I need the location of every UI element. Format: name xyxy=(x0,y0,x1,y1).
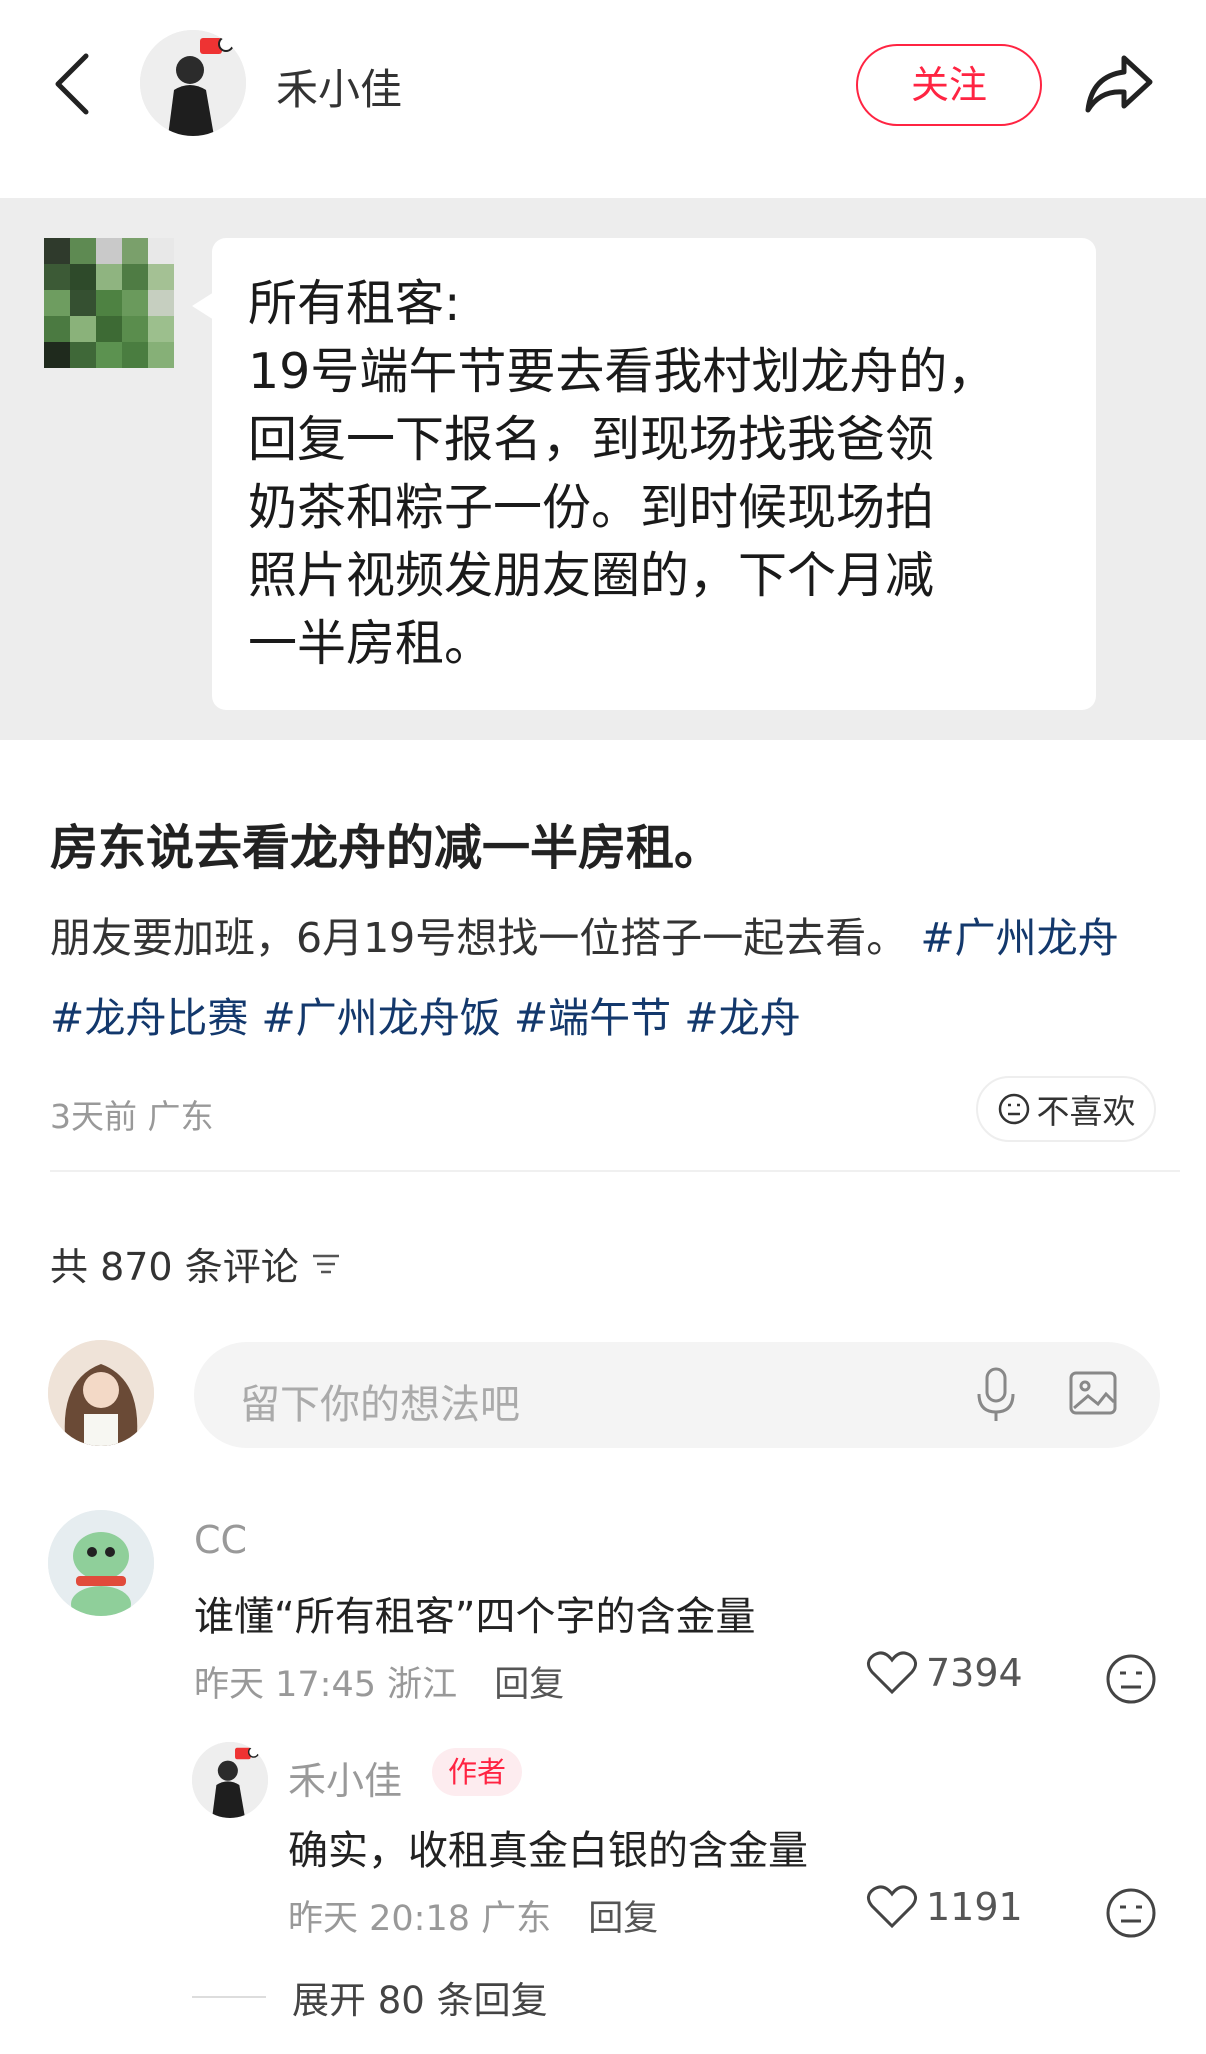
expand-replies[interactable]: 展开 80 条回复 xyxy=(192,1970,548,2024)
comment-time: 昨天 17:45 xyxy=(194,1665,376,1705)
share-arrow-icon[interactable] xyxy=(1084,52,1154,116)
author-name[interactable]: 禾小佳 xyxy=(276,56,402,117)
microphone-icon[interactable] xyxy=(974,1366,1018,1424)
post-body: 朋友要加班，6月19号想找一位搭子一起去看。 #广州龙舟 #龙舟比赛 #广州龙舟… xyxy=(50,898,1160,1058)
hashtag[interactable]: #广州龙舟饭 xyxy=(261,994,500,1042)
hashtag[interactable]: #端午节 xyxy=(514,994,671,1042)
reply-like-count: 1191 xyxy=(926,1885,1023,1929)
dislike-button[interactable]: 不喜欢 xyxy=(976,1076,1156,1142)
reply-like-button[interactable]: 1191 xyxy=(866,1884,1023,1930)
comment-count-label: 共 870 条评论 xyxy=(50,1245,299,1289)
reply-button[interactable]: 回复 xyxy=(494,1665,564,1705)
author-avatar[interactable] xyxy=(140,30,246,136)
divider xyxy=(192,1996,266,1998)
reply-button[interactable]: 回复 xyxy=(588,1899,658,1939)
hashtag[interactable]: #龙舟 xyxy=(684,994,800,1042)
bubble-arrow xyxy=(192,292,214,320)
image-icon[interactable] xyxy=(1068,1368,1118,1418)
comment-location: 浙江 xyxy=(387,1665,458,1705)
comment-input-placeholder: 留下你的想法吧 xyxy=(240,1382,520,1428)
heart-icon xyxy=(867,1651,917,1695)
author-badge: 作者 xyxy=(432,1748,523,1796)
dislike-label: 不喜欢 xyxy=(1036,1092,1136,1131)
reply-text: 确实，收租真金白银的含金量 xyxy=(288,1828,808,1874)
comment-like-count: 7394 xyxy=(926,1651,1023,1695)
message-text: 所有租客: 19号端午节要去看我村划龙舟的， 回复一下报名，到现场找我爸领 奶茶… xyxy=(248,275,997,672)
heart-icon xyxy=(867,1885,917,1929)
sort-lines-icon xyxy=(312,1254,339,1273)
follow-button[interactable]: 关注 xyxy=(856,44,1042,126)
hashtag[interactable]: #广州龙舟 xyxy=(920,914,1118,962)
comment-meta: 昨天 17:45 浙江 回复 xyxy=(194,1656,564,1707)
comment-count[interactable]: 共 870 条评论 xyxy=(50,1236,343,1291)
reply-location: 广东 xyxy=(481,1899,552,1939)
commenter-avatar[interactable] xyxy=(48,1510,154,1616)
post-meta: 3天前 广东 xyxy=(50,1090,214,1138)
post-time: 3天前 xyxy=(50,1097,137,1136)
my-avatar xyxy=(48,1340,154,1446)
divider xyxy=(50,1170,1180,1172)
post-title: 房东说去看龙舟的减一半房租。 xyxy=(50,820,723,876)
reply-author-name[interactable]: 禾小佳 xyxy=(288,1750,402,1805)
top-bar: 禾小佳 关注 xyxy=(0,0,1206,170)
post-body-text: 朋友要加班，6月19号想找一位搭子一起去看。 xyxy=(50,914,908,962)
commenter-name[interactable]: CC xyxy=(194,1518,247,1562)
reply-meta: 昨天 20:18 广东 回复 xyxy=(288,1890,658,1941)
blurred-sender-avatar xyxy=(44,238,174,368)
chevron-left-icon[interactable] xyxy=(52,52,92,116)
expand-replies-label: 展开 80 条回复 xyxy=(292,1979,548,2022)
comment-like-button[interactable]: 7394 xyxy=(866,1650,1023,1696)
message-bubble: 所有租客: 19号端午节要去看我村划龙舟的， 回复一下报名，到现场找我爸领 奶茶… xyxy=(212,238,1096,710)
comment-text: 谁懂“所有租客”四个字的含金量 xyxy=(194,1594,756,1640)
meh-face-icon[interactable] xyxy=(1104,1886,1158,1940)
reply-author-avatar[interactable] xyxy=(192,1742,268,1818)
hashtag[interactable]: #龙舟比赛 xyxy=(50,994,248,1042)
post-image[interactable]: 所有租客: 19号端午节要去看我村划龙舟的， 回复一下报名，到现场找我爸领 奶茶… xyxy=(0,198,1206,740)
comment-input[interactable]: 留下你的想法吧 xyxy=(194,1342,1160,1448)
meh-face-icon[interactable] xyxy=(1104,1652,1158,1706)
reply-time: 昨天 20:18 xyxy=(288,1899,470,1939)
post-location: 广东 xyxy=(147,1097,214,1136)
meh-face-icon xyxy=(998,1093,1029,1125)
